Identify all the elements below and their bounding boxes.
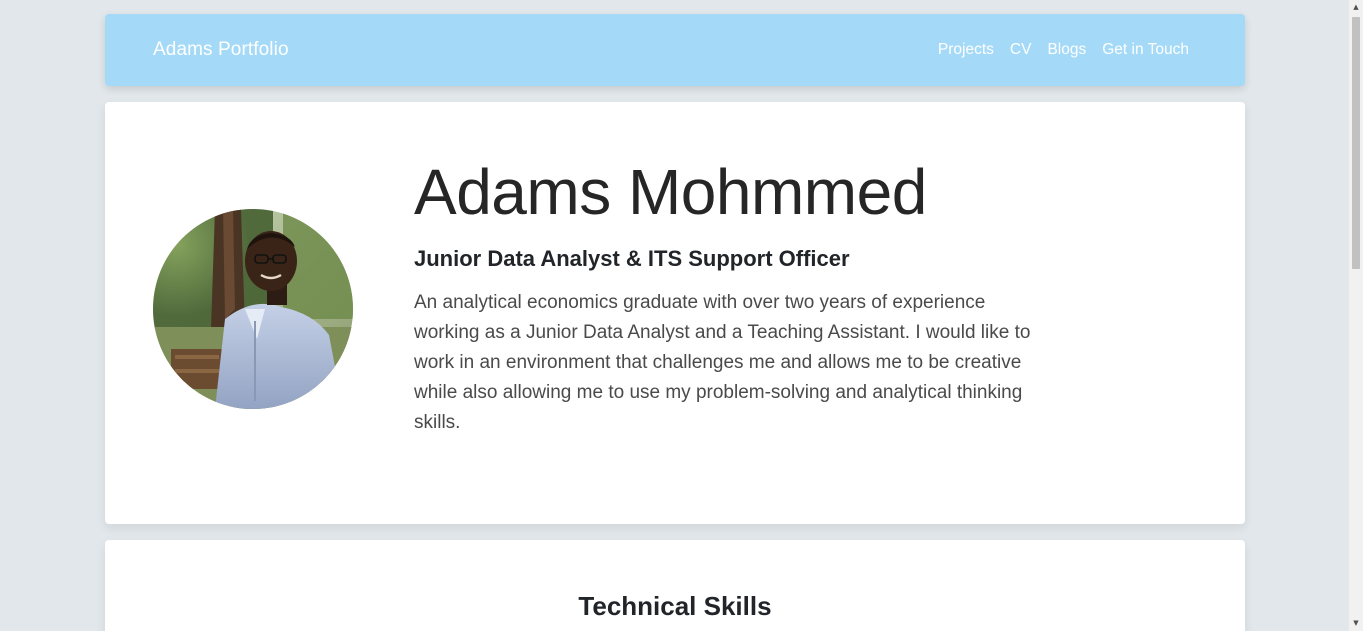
profile-photo <box>153 209 353 409</box>
nav-link-cv[interactable]: CV <box>1010 41 1032 59</box>
scrollbar-thumb[interactable] <box>1352 17 1360 269</box>
scroll-down-icon[interactable]: ▼ <box>1349 616 1363 631</box>
hero-name: Adams Mohmmed <box>414 156 927 228</box>
nav-link-get-in-touch[interactable]: Get in Touch <box>1102 41 1189 59</box>
hero-text: Adams Mohmmed Junior Data Analyst & ITS … <box>414 154 1034 438</box>
nav-link-projects[interactable]: Projects <box>938 41 994 59</box>
skills-heading: Technical Skills <box>578 591 772 621</box>
hero-card: Adams Mohmmed Junior Data Analyst & ITS … <box>105 102 1245 524</box>
scrollbar[interactable]: ▲ ▼ <box>1348 0 1363 631</box>
brand-link[interactable]: Adams Portfolio <box>153 39 289 61</box>
nav-link-blogs[interactable]: Blogs <box>1047 41 1086 59</box>
hero-description: An analytical economics graduate with ov… <box>414 292 1031 433</box>
nav-links: Projects CV Blogs Get in Touch <box>938 41 1189 59</box>
page: Adams Portfolio Projects CV Blogs Get in… <box>0 0 1363 631</box>
navbar: Adams Portfolio Projects CV Blogs Get in… <box>105 14 1245 86</box>
scroll-up-icon[interactable]: ▲ <box>1349 0 1363 15</box>
skills-card: Technical Skills <box>105 540 1245 631</box>
hero-job-title: Junior Data Analyst & ITS Support Office… <box>414 246 850 271</box>
